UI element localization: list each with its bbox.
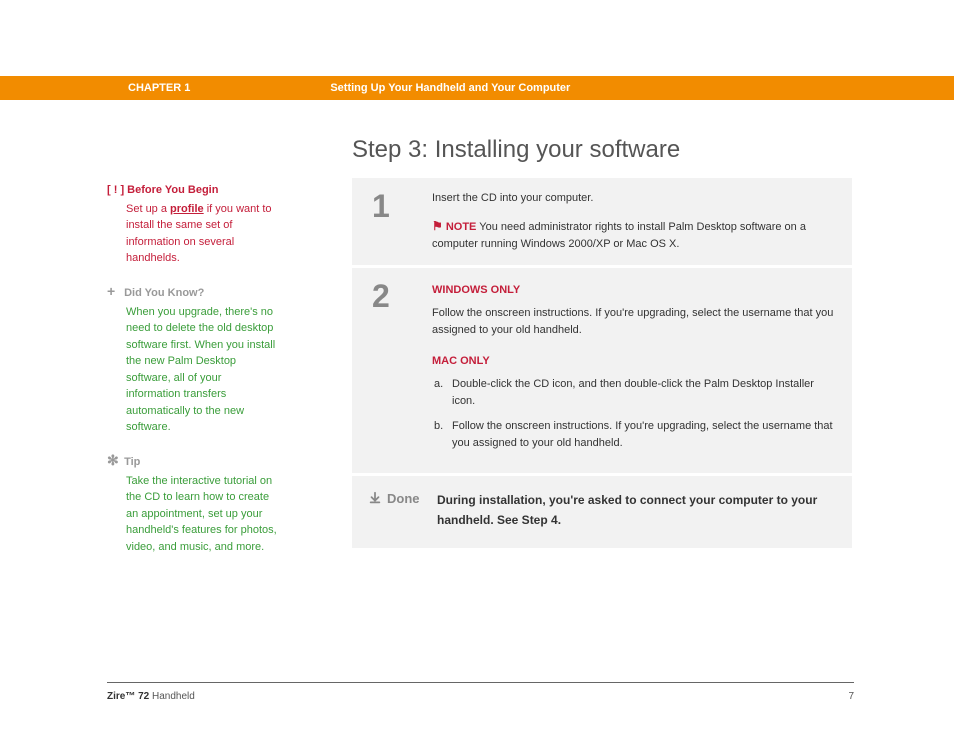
windows-text: Follow the onscreen instructions. If you… (432, 305, 834, 339)
step-2-number: 2 (352, 280, 432, 460)
before-you-begin-block: [ ! ] Before You Begin Set up a profile … (107, 182, 277, 267)
did-you-know-block: + Did You Know? When you upgrade, there'… (107, 281, 277, 436)
before-text: Set up a profile if you want to install … (126, 201, 277, 267)
footer-product: Zire™ 72 Handheld (107, 691, 195, 702)
step-1-note: ⚑ NOTE You need administrator rights to … (432, 217, 834, 253)
plus-icon: + (107, 281, 121, 302)
mac-item-b: b. Follow the onscreen instructions. If … (432, 418, 834, 452)
mac-item-a: a. Double-click the CD icon, and then do… (432, 376, 834, 410)
letter-a: a. (434, 376, 452, 410)
tip-block: ✻ Tip Take the interactive tutorial on t… (107, 450, 277, 556)
alert-icon: [ ! ] (107, 184, 124, 196)
done-arrow-icon (352, 490, 387, 508)
note-label: NOTE (446, 221, 477, 233)
step-1-content: Insert the CD into your computer. ⚑ NOTE… (432, 190, 852, 253)
tip-text: Take the interactive tutorial on the CD … (126, 473, 277, 556)
profile-link[interactable]: profile (170, 203, 204, 215)
mac-only-heading: MAC ONLY (432, 353, 834, 370)
step-2: 2 WINDOWS ONLY Follow the onscreen instr… (352, 268, 852, 475)
sidebar: [ ! ] Before You Begin Set up a profile … (107, 182, 277, 569)
mac-b-text: Follow the onscreen instructions. If you… (452, 418, 834, 452)
mac-a-text: Double-click the CD icon, and then doubl… (452, 376, 834, 410)
footer-page: 7 (848, 691, 854, 702)
header-bar: CHAPTER 1 Setting Up Your Handheld and Y… (0, 76, 954, 100)
section-title: Setting Up Your Handheld and Your Comput… (330, 82, 570, 94)
footer-divider (107, 682, 854, 683)
steps-container: 1 Insert the CD into your computer. ⚑ NO… (352, 178, 852, 548)
asterisk-icon: ✻ (107, 450, 121, 471)
step-1-text: Insert the CD into your computer. (432, 190, 834, 207)
dyk-heading: Did You Know? (124, 287, 204, 299)
page-title: Step 3: Installing your software (352, 136, 680, 164)
step-1: 1 Insert the CD into your computer. ⚑ NO… (352, 178, 852, 268)
note-body: You need administrator rights to install… (432, 221, 806, 250)
note-flag-icon: ⚑ (432, 219, 443, 233)
before-heading: Before You Begin (127, 184, 218, 196)
tip-heading: Tip (124, 456, 140, 468)
done-row: Done During installation, you're asked t… (352, 476, 852, 549)
footer-product-rest: Handheld (149, 691, 195, 702)
done-label: Done (387, 490, 437, 506)
step-2-content: WINDOWS ONLY Follow the onscreen instruc… (432, 280, 852, 460)
step-1-number: 1 (352, 190, 432, 253)
windows-only-heading: WINDOWS ONLY (432, 282, 834, 299)
before-pre: Set up a (126, 203, 170, 215)
footer-product-bold: Zire™ 72 (107, 691, 149, 702)
chapter-label: CHAPTER 1 (128, 82, 190, 94)
letter-b: b. (434, 418, 452, 452)
dyk-text: When you upgrade, there's no need to del… (126, 304, 277, 436)
done-text: During installation, you're asked to con… (437, 490, 852, 531)
